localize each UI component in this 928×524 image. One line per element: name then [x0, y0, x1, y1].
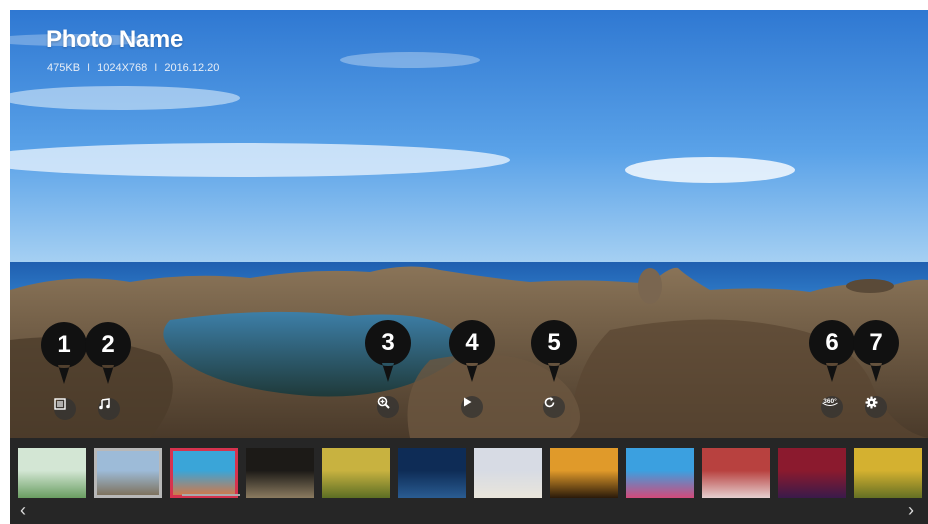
thumbnail-3[interactable]: [170, 448, 238, 498]
thumbnail-strip: [10, 438, 928, 524]
photo-metadata: 475KB I 1024X768 I 2016.12.20: [47, 62, 219, 74]
callout-4: 4: [447, 318, 497, 384]
callout-number: 3: [381, 329, 395, 356]
list-icon: [54, 398, 66, 410]
music-button[interactable]: [98, 398, 120, 420]
rotate-icon: [544, 397, 555, 408]
thumbnail-12[interactable]: [854, 448, 922, 498]
callout-6: 6: [807, 318, 857, 384]
callout-number: 1: [57, 331, 71, 358]
callout-1: 1: [39, 320, 89, 386]
callout-number: 5: [547, 329, 561, 356]
360-view-button[interactable]: 360°: [821, 396, 843, 418]
thumbnail-5[interactable]: [322, 448, 390, 498]
callout-number: 6: [825, 329, 839, 356]
thumbnail-7[interactable]: [474, 448, 542, 498]
thumbnail-2[interactable]: [94, 448, 162, 498]
rotate-button[interactable]: [543, 396, 565, 418]
360-label: 360°: [823, 397, 837, 405]
thumbnail-4[interactable]: [246, 448, 314, 498]
list-button[interactable]: [54, 398, 76, 420]
music-note-icon: [99, 398, 110, 410]
gear-icon: [865, 396, 878, 409]
resolution: 1024X768: [97, 62, 148, 74]
callout-number: 2: [101, 331, 115, 358]
prev-arrow[interactable]: ‹: [20, 500, 26, 521]
file-size: 475KB: [47, 62, 81, 74]
meta-separator: I: [87, 62, 91, 74]
thumbnail-8[interactable]: [550, 448, 618, 498]
settings-button[interactable]: [865, 396, 887, 418]
photo-viewer-screen: Photo Name 475KB I 1024X768 I 2016.12.20: [10, 10, 928, 524]
play-icon: [464, 397, 472, 407]
next-arrow[interactable]: ›: [908, 500, 914, 521]
thumbnail-9[interactable]: [626, 448, 694, 498]
callout-3: 3: [363, 318, 413, 384]
photo-date: 2016.12.20: [164, 62, 220, 74]
strip-scrollbar[interactable]: [182, 494, 240, 496]
thumbnail-10[interactable]: [702, 448, 770, 498]
thumbnail-11[interactable]: [778, 448, 846, 498]
photo-title: Photo Name: [46, 26, 184, 53]
callout-number: 4: [465, 329, 479, 356]
callout-5: 5: [529, 318, 579, 384]
zoom-in-icon: [377, 396, 390, 409]
thumbnail-6[interactable]: [398, 448, 466, 498]
360-view-icon: 360°: [822, 397, 838, 406]
callout-2: 2: [83, 320, 133, 386]
callout-7: 7: [851, 318, 901, 384]
thumbnail-list: [18, 448, 922, 498]
thumbnail-1[interactable]: [18, 448, 86, 498]
meta-separator: I: [154, 62, 158, 74]
zoom-button[interactable]: [377, 396, 399, 418]
callout-number: 7: [869, 329, 883, 356]
slideshow-button[interactable]: [461, 396, 483, 418]
